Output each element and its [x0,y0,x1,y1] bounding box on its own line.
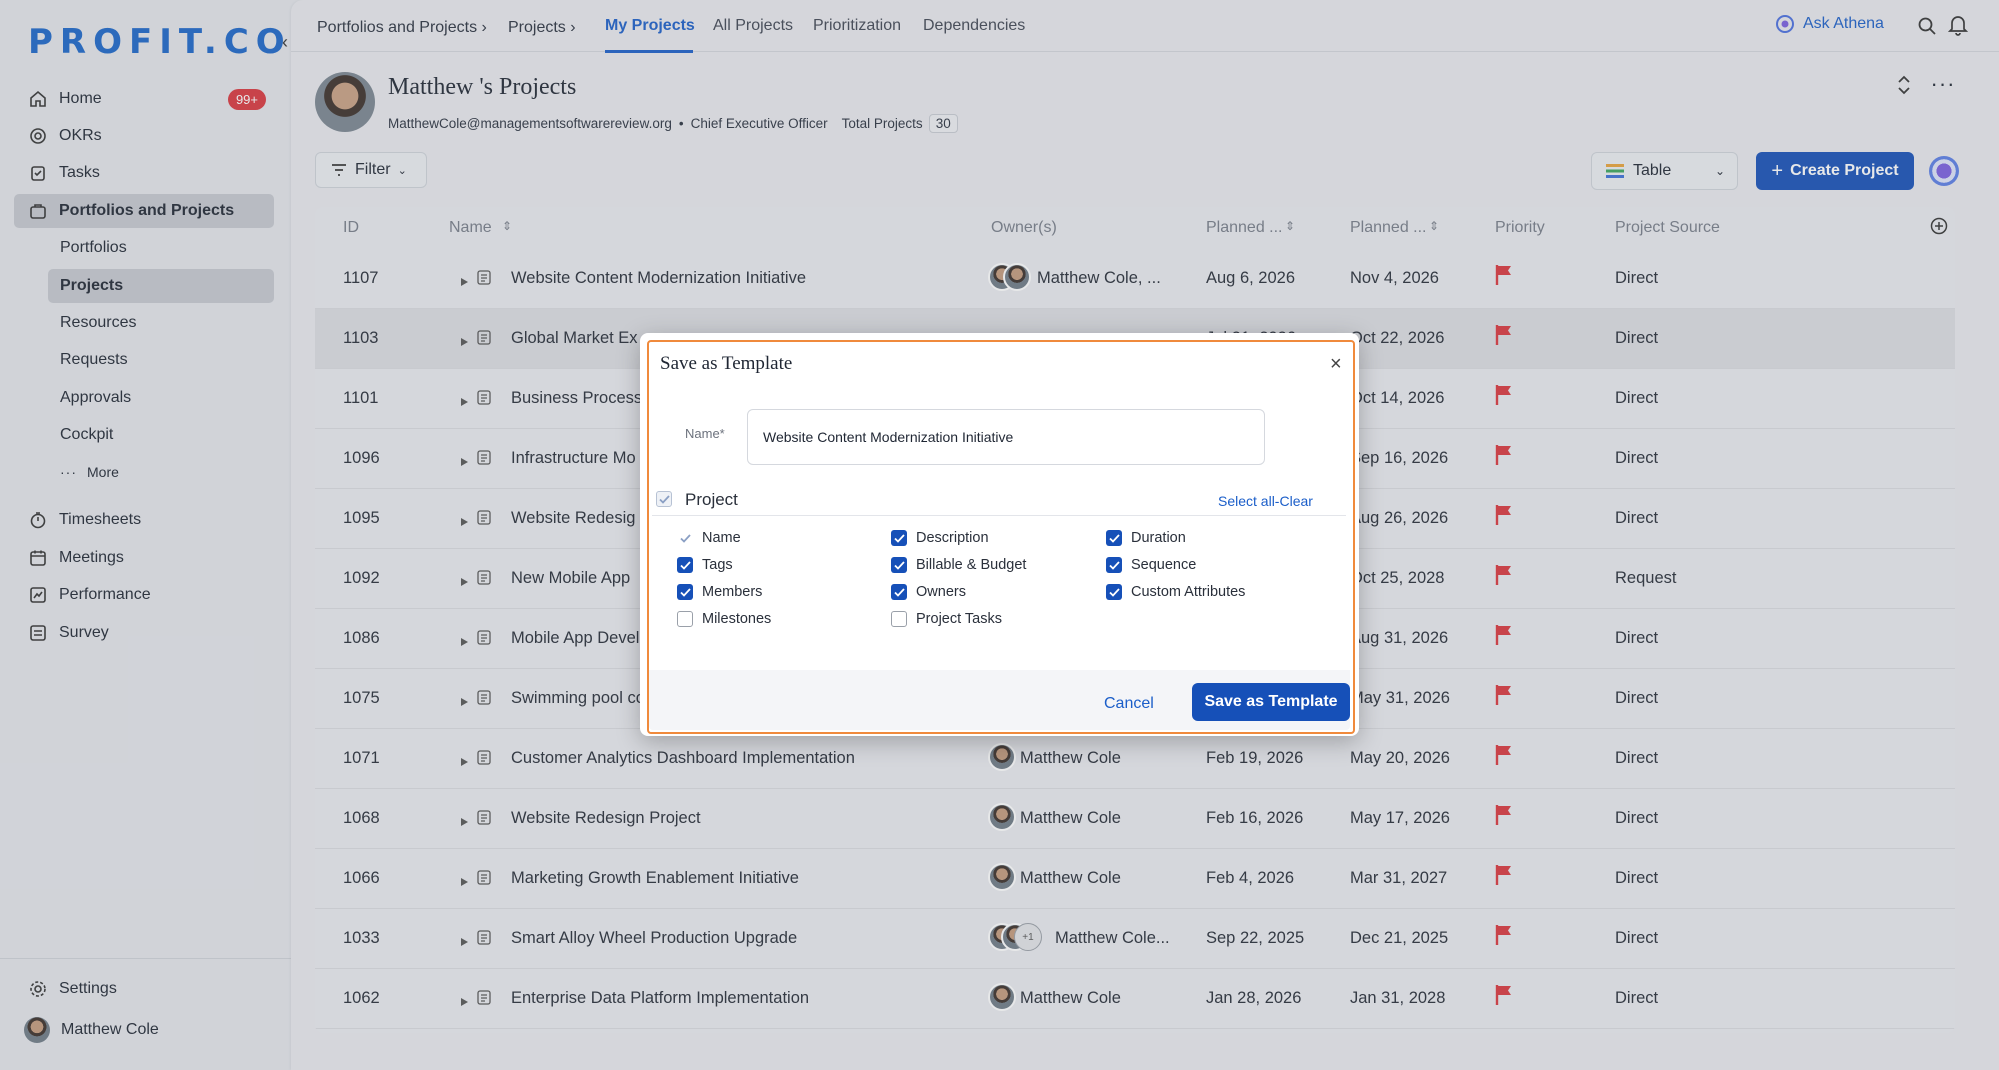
cancel-button[interactable]: Cancel [1104,695,1154,713]
option-checkbox[interactable] [1106,557,1122,573]
option-checkbox[interactable] [1106,530,1122,546]
section-divider [652,515,1346,516]
save-as-template-dialog: Save as Template × Name* Website Content… [640,333,1359,736]
option-checkbox[interactable] [677,584,693,600]
option-label: Sequence [1131,557,1197,573]
option-checkbox[interactable] [891,611,907,627]
name-label: Name* [685,426,725,441]
option-label: Milestones [702,611,772,627]
option-label: Description [916,530,989,546]
option-checkbox[interactable] [891,557,907,573]
option-checkbox[interactable] [677,530,693,546]
option-checkbox[interactable] [677,611,693,627]
project-section-label: Project [685,490,738,509]
option-label: Duration [1131,530,1186,546]
save-as-template-button[interactable]: Save as Template [1192,683,1350,721]
option-checkbox[interactable] [677,557,693,573]
select-all-clear-link[interactable]: Select all-Clear [1218,493,1313,509]
option-label: Tags [702,557,733,573]
dialog-title: Save as Template [660,353,793,374]
option-label: Billable & Budget [916,557,1027,573]
option-label: Custom Attributes [1131,584,1246,600]
option-label: Owners [916,584,966,600]
option-label: Members [702,584,763,600]
option-checkbox[interactable] [891,584,907,600]
option-label: Name [702,530,741,546]
close-icon[interactable]: × [1330,353,1342,376]
option-checkbox[interactable] [1106,584,1122,600]
option-label: Project Tasks [916,611,1002,627]
option-checkbox[interactable] [891,530,907,546]
project-section-checkbox[interactable] [656,491,672,507]
template-name-input[interactable]: Website Content Modernization Initiative [747,409,1265,465]
